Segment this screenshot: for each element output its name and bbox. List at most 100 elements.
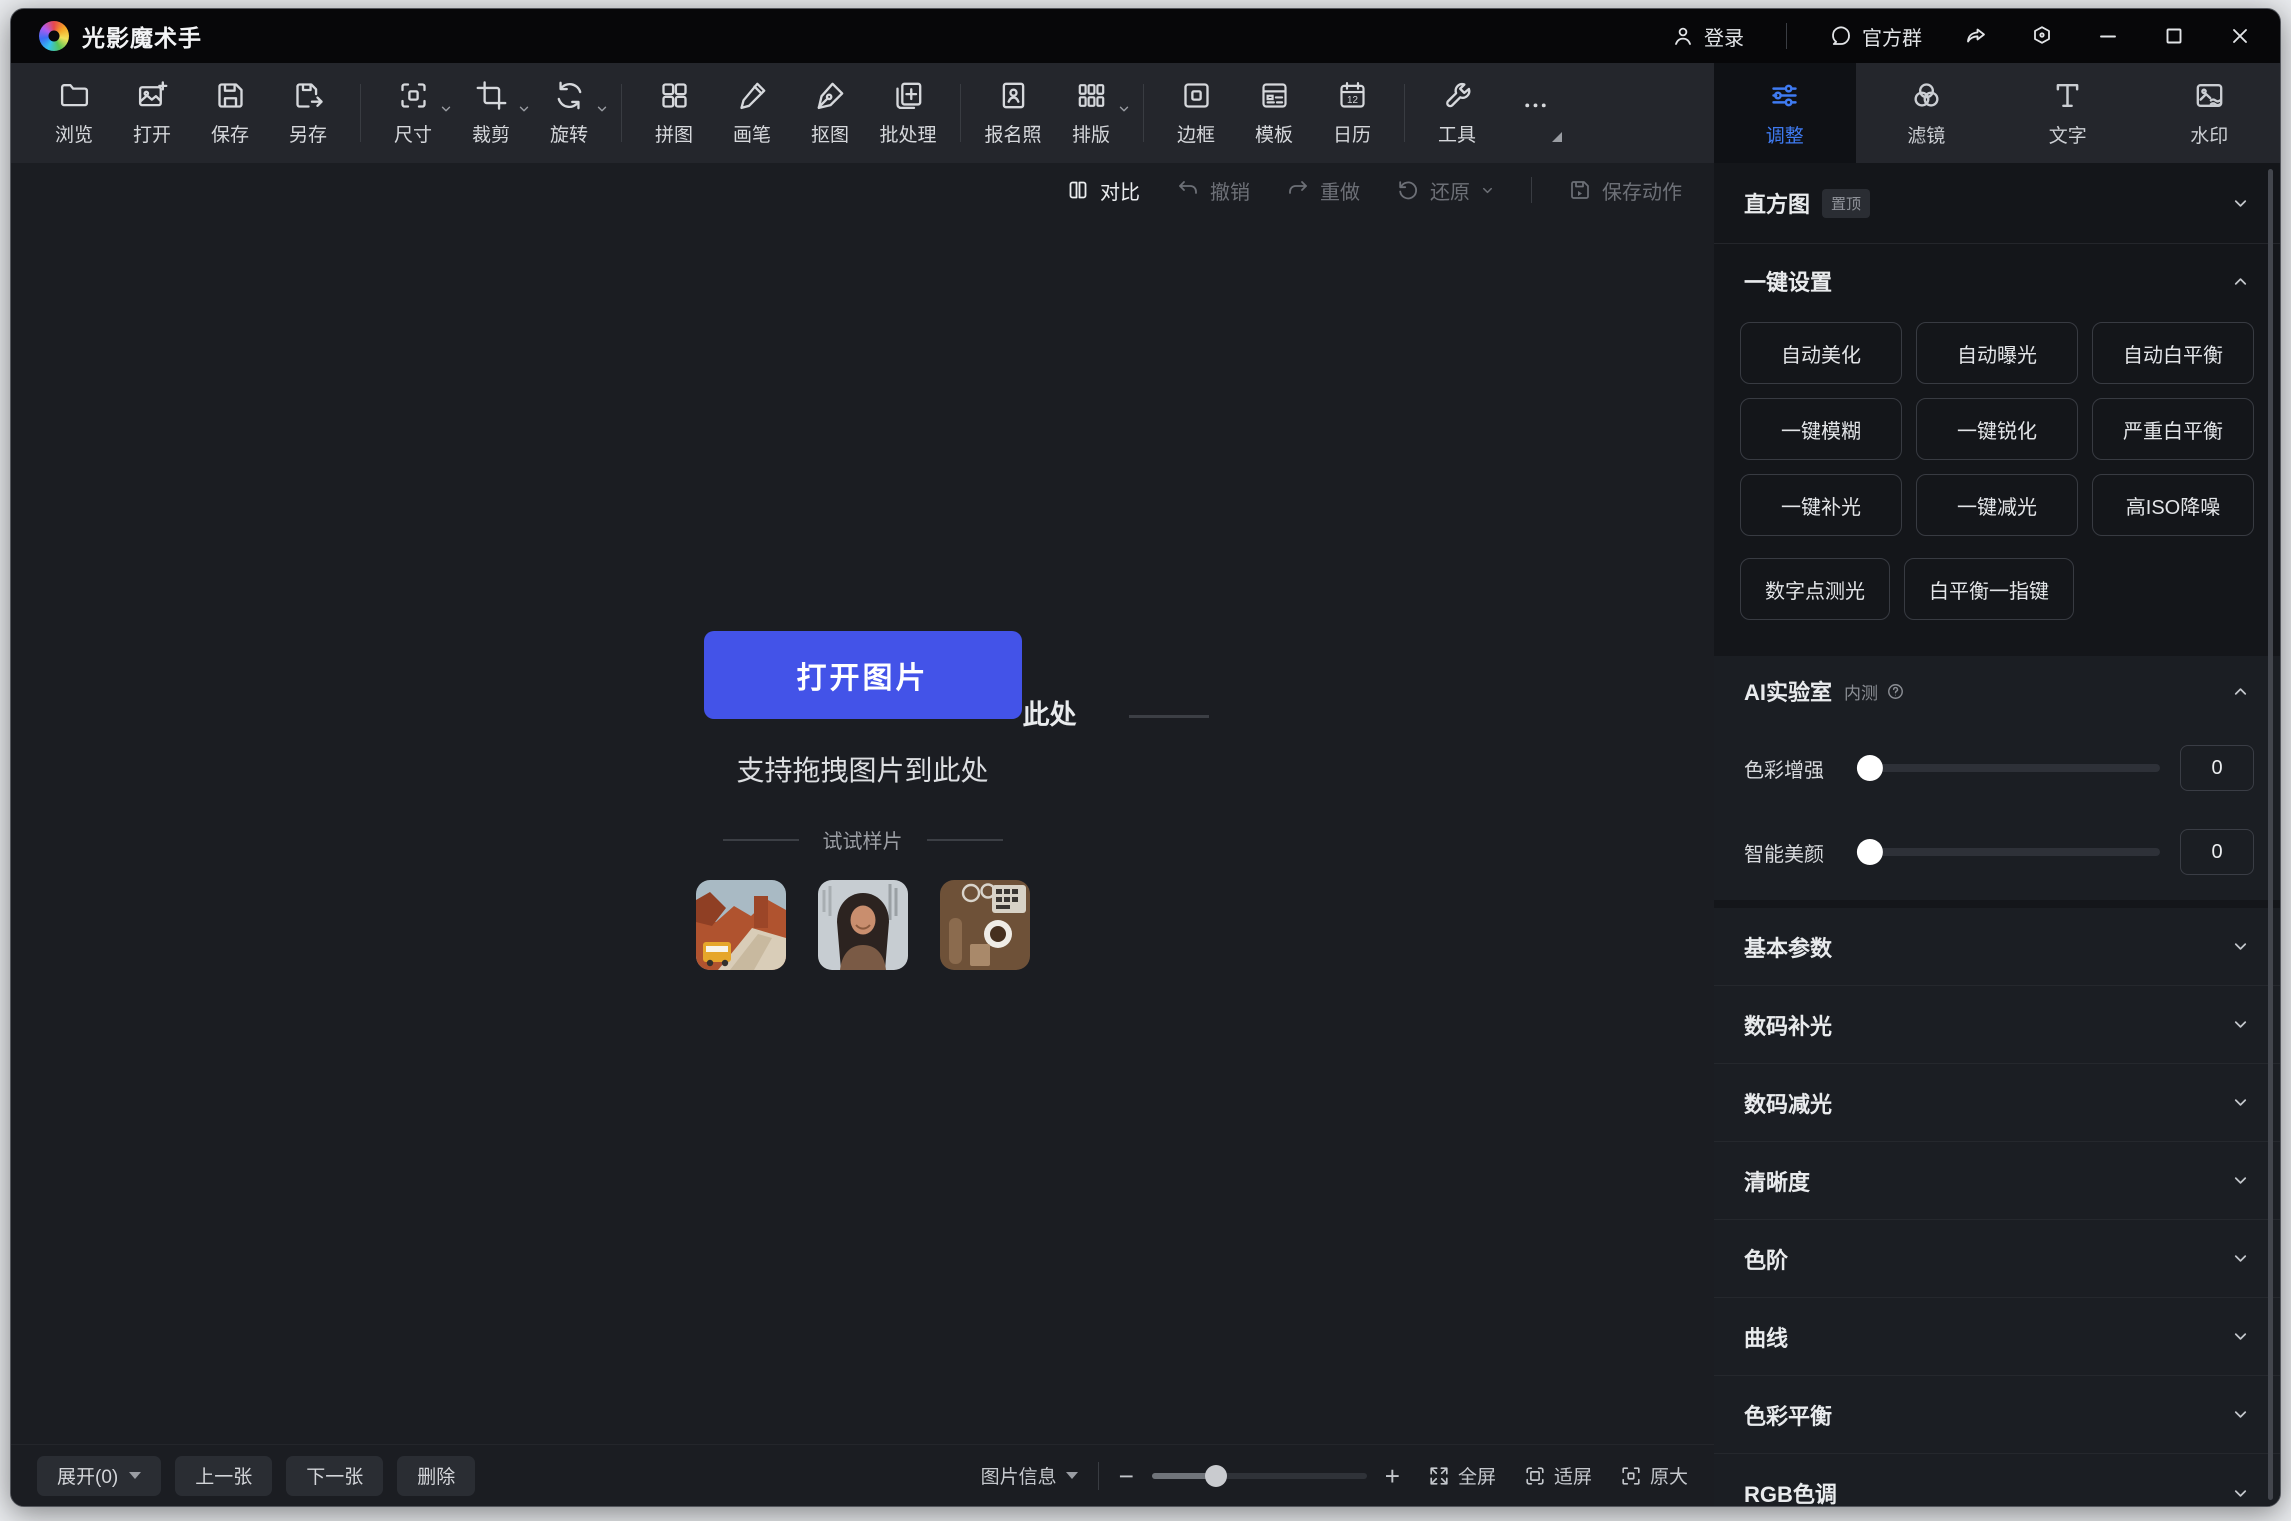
help-circle-icon[interactable]	[1886, 682, 1905, 701]
toolbar-item-collage[interactable]: 拼图	[635, 70, 713, 156]
sample-photo-canyon[interactable]	[696, 880, 786, 970]
next-image-button[interactable]: 下一张	[286, 1456, 383, 1496]
fullscreen-button[interactable]: 全屏	[1428, 1462, 1496, 1489]
tab-label: 滤镜	[1907, 121, 1945, 148]
undo-button[interactable]: 撤销	[1176, 176, 1250, 205]
open-image-button[interactable]: 打开图片	[704, 631, 1022, 719]
official-group-button[interactable]: 官方群	[1829, 22, 1922, 51]
oneclick-section-header[interactable]: 一键设置	[1714, 244, 2280, 318]
color-enhance-value[interactable]: 0	[2180, 745, 2254, 791]
toolbar-item-batch[interactable]: 批处理	[869, 70, 947, 156]
redo-button[interactable]: 重做	[1286, 176, 1360, 205]
panel-scrollbar[interactable]	[2268, 169, 2273, 1500]
toolbar-item-resize[interactable]: 尺寸	[374, 70, 452, 156]
section-rgb-tone[interactable]: RGB色调	[1714, 1454, 2280, 1506]
toolbar-item-more[interactable]	[1496, 70, 1574, 156]
tab-text[interactable]: 文字	[1997, 63, 2139, 163]
login-button[interactable]: 登录	[1671, 22, 1744, 51]
one-key-blur-button[interactable]: 一键模糊	[1740, 398, 1902, 460]
calendar-icon: 12	[1336, 79, 1369, 112]
minimize-button[interactable]	[2096, 24, 2120, 48]
auto-white-balance-button[interactable]: 自动白平衡	[2092, 322, 2254, 384]
section-basic-params[interactable]: 基本参数	[1714, 908, 2280, 986]
chevron-down-icon[interactable]	[2231, 194, 2250, 213]
zoom-out-button[interactable]: −	[1119, 1463, 1134, 1489]
color-enhance-label: 色彩增强	[1744, 754, 1846, 783]
smart-beauty-slider[interactable]	[1866, 848, 2160, 856]
chevron-down-icon	[2231, 1171, 2250, 1190]
toolbar-item-open[interactable]: 打开	[113, 70, 191, 156]
original-size-button[interactable]: 原大	[1620, 1462, 1688, 1489]
delete-image-button[interactable]: 删除	[397, 1456, 475, 1496]
one-key-sharpen-button[interactable]: 一键锐化	[1916, 398, 2078, 460]
one-key-dim-light-button[interactable]: 一键减光	[1916, 474, 2078, 536]
sample-photo-portrait[interactable]	[818, 880, 908, 970]
login-label: 登录	[1704, 22, 1744, 51]
toolbar-item-save-as[interactable]: 另存	[269, 70, 347, 156]
share-icon[interactable]	[1964, 24, 1988, 48]
toolbar-item-template[interactable]: 模板	[1235, 70, 1313, 156]
ailab-section-header[interactable]: AI实验室 内测	[1714, 656, 2280, 726]
high-iso-denoise-button[interactable]: 高ISO降噪	[2092, 474, 2254, 536]
auto-exposure-button[interactable]: 自动曝光	[1916, 322, 2078, 384]
compare-button[interactable]: 对比	[1066, 176, 1140, 205]
section-levels[interactable]: 色阶	[1714, 1220, 2280, 1298]
toolbar-label: 拼图	[655, 120, 693, 147]
collapsed-sections: 基本参数 数码补光 数码减光 清晰度	[1714, 908, 2280, 1506]
smart-beauty-value[interactable]: 0	[2180, 829, 2254, 875]
previous-image-button[interactable]: 上一张	[175, 1456, 272, 1496]
zoom-in-button[interactable]: +	[1385, 1463, 1400, 1489]
toolbar-item-brush[interactable]: 画笔	[713, 70, 791, 156]
digital-spot-metering-button[interactable]: 数字点测光	[1740, 558, 1890, 620]
resize-icon	[397, 79, 430, 112]
restore-button[interactable]: 还原	[1396, 176, 1495, 205]
image-plus-icon	[136, 79, 169, 112]
toolbar-item-cutout[interactable]: 抠图	[791, 70, 869, 156]
status-bar: 展开(0) 上一张 下一张 删除 图片信息 −	[11, 1444, 1714, 1506]
save-action-button[interactable]: 保存动作	[1568, 176, 1682, 205]
chevron-up-icon[interactable]	[2231, 272, 2250, 291]
zoom-slider-thumb[interactable]	[1205, 1465, 1227, 1487]
histogram-section-header[interactable]: 直方图 置顶	[1714, 163, 2280, 243]
toolbar-item-border[interactable]: 边框	[1157, 70, 1235, 156]
svg-text:12: 12	[1347, 95, 1358, 106]
maximize-button[interactable]	[2162, 24, 2186, 48]
template-icon	[1258, 79, 1291, 112]
section-clarity[interactable]: 清晰度	[1714, 1142, 2280, 1220]
action-bar-divider	[1531, 177, 1532, 203]
section-color-balance[interactable]: 色彩平衡	[1714, 1376, 2280, 1454]
settings-icon[interactable]	[2030, 24, 2054, 48]
toolbar-item-id-photo[interactable]: 报名照	[974, 70, 1052, 156]
white-balance-one-key-button[interactable]: 白平衡一指键	[1904, 558, 2074, 620]
toolbar-item-rotate[interactable]: 旋转	[530, 70, 608, 156]
section-digital-dim-light[interactable]: 数码减光	[1714, 1064, 2280, 1142]
tab-watermark[interactable]: 水印	[2139, 63, 2281, 163]
zoom-slider[interactable]	[1152, 1473, 1367, 1479]
expand-button[interactable]: 展开(0)	[37, 1456, 161, 1496]
severe-white-balance-button[interactable]: 严重白平衡	[2092, 398, 2254, 460]
slider-thumb[interactable]	[1857, 839, 1883, 865]
expand-label: 展开(0)	[57, 1462, 118, 1489]
toolbar-item-layout[interactable]: 排版	[1052, 70, 1130, 156]
section-curves[interactable]: 曲线	[1714, 1298, 2280, 1376]
chevron-up-icon[interactable]	[2231, 682, 2250, 701]
auto-beautify-button[interactable]: 自动美化	[1740, 322, 1902, 384]
toolbar-item-calendar[interactable]: 12 日历	[1313, 70, 1391, 156]
image-info-button[interactable]: 图片信息	[981, 1462, 1078, 1489]
one-key-fill-light-button[interactable]: 一键补光	[1740, 474, 1902, 536]
section-digital-fill-light[interactable]: 数码补光	[1714, 986, 2280, 1064]
toolbar-item-tools[interactable]: 工具	[1418, 70, 1496, 156]
color-enhance-slider[interactable]	[1866, 764, 2160, 772]
slider-thumb[interactable]	[1857, 755, 1883, 781]
close-button[interactable]	[2228, 24, 2252, 48]
toolbar-item-save[interactable]: 保存	[191, 70, 269, 156]
tab-adjust[interactable]: 调整	[1714, 63, 1856, 163]
toolbar-item-browse[interactable]: 浏览	[35, 70, 113, 156]
tab-filter[interactable]: 滤镜	[1856, 63, 1998, 163]
fit-screen-button[interactable]: 适屏	[1524, 1462, 1592, 1489]
sample-photo-flatlay[interactable]	[940, 880, 1030, 970]
chevron-down-icon	[2231, 1327, 2250, 1346]
oneclick-button-row: 数字点测光 白平衡一指键	[1714, 536, 2280, 648]
toolbar-item-crop[interactable]: 裁剪	[452, 70, 530, 156]
toolbar-label: 画笔	[733, 120, 771, 147]
